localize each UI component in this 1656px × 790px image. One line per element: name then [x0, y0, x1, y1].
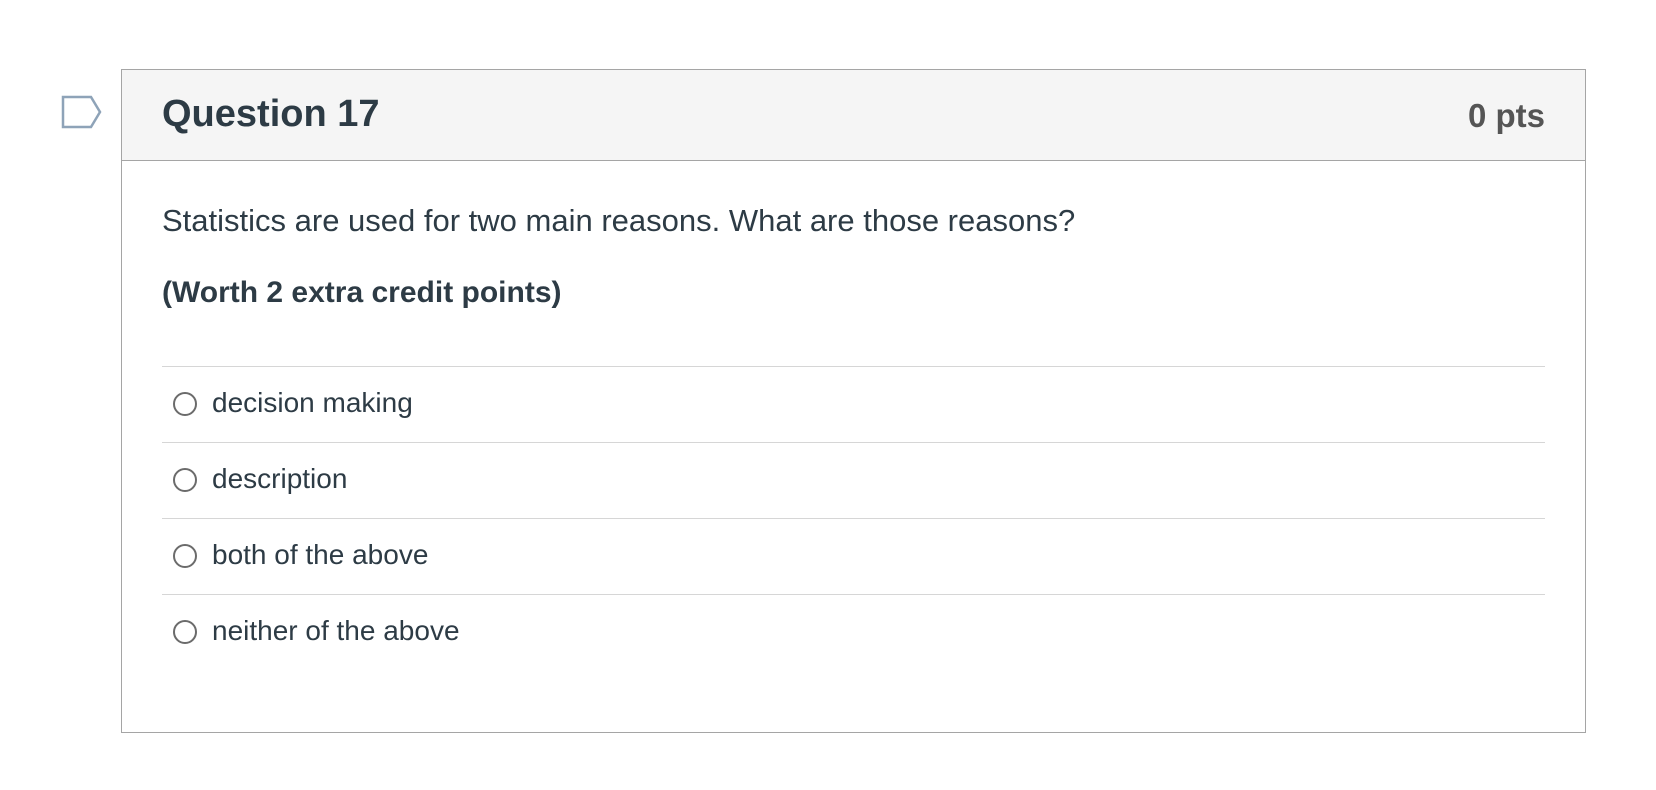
flag-question-icon[interactable]: [61, 95, 103, 129]
radio-button[interactable]: [173, 544, 197, 568]
question-prompt: Statistics are used for two main reasons…: [162, 203, 1076, 238]
answer-option[interactable]: neither of the above: [162, 595, 1545, 670]
radio-button[interactable]: [173, 468, 197, 492]
answer-label[interactable]: decision making: [212, 386, 413, 420]
answer-list: decision making description both of the …: [162, 366, 1545, 670]
answer-label[interactable]: description: [212, 462, 347, 496]
answer-label[interactable]: neither of the above: [212, 614, 460, 648]
answer-option[interactable]: description: [162, 443, 1545, 519]
question-card: Question 17 0 pts Statistics are used fo…: [121, 69, 1586, 733]
answer-label[interactable]: both of the above: [212, 538, 428, 572]
question-title: Question 17: [162, 93, 380, 135]
question-points: 0 pts: [1467, 97, 1545, 134]
answer-option[interactable]: decision making: [162, 367, 1545, 443]
radio-button[interactable]: [173, 620, 197, 644]
question-note: (Worth 2 extra credit points): [162, 276, 562, 309]
answer-option[interactable]: both of the above: [162, 519, 1545, 595]
radio-button[interactable]: [173, 392, 197, 416]
question-header: Question 17 0 pts: [122, 70, 1585, 161]
